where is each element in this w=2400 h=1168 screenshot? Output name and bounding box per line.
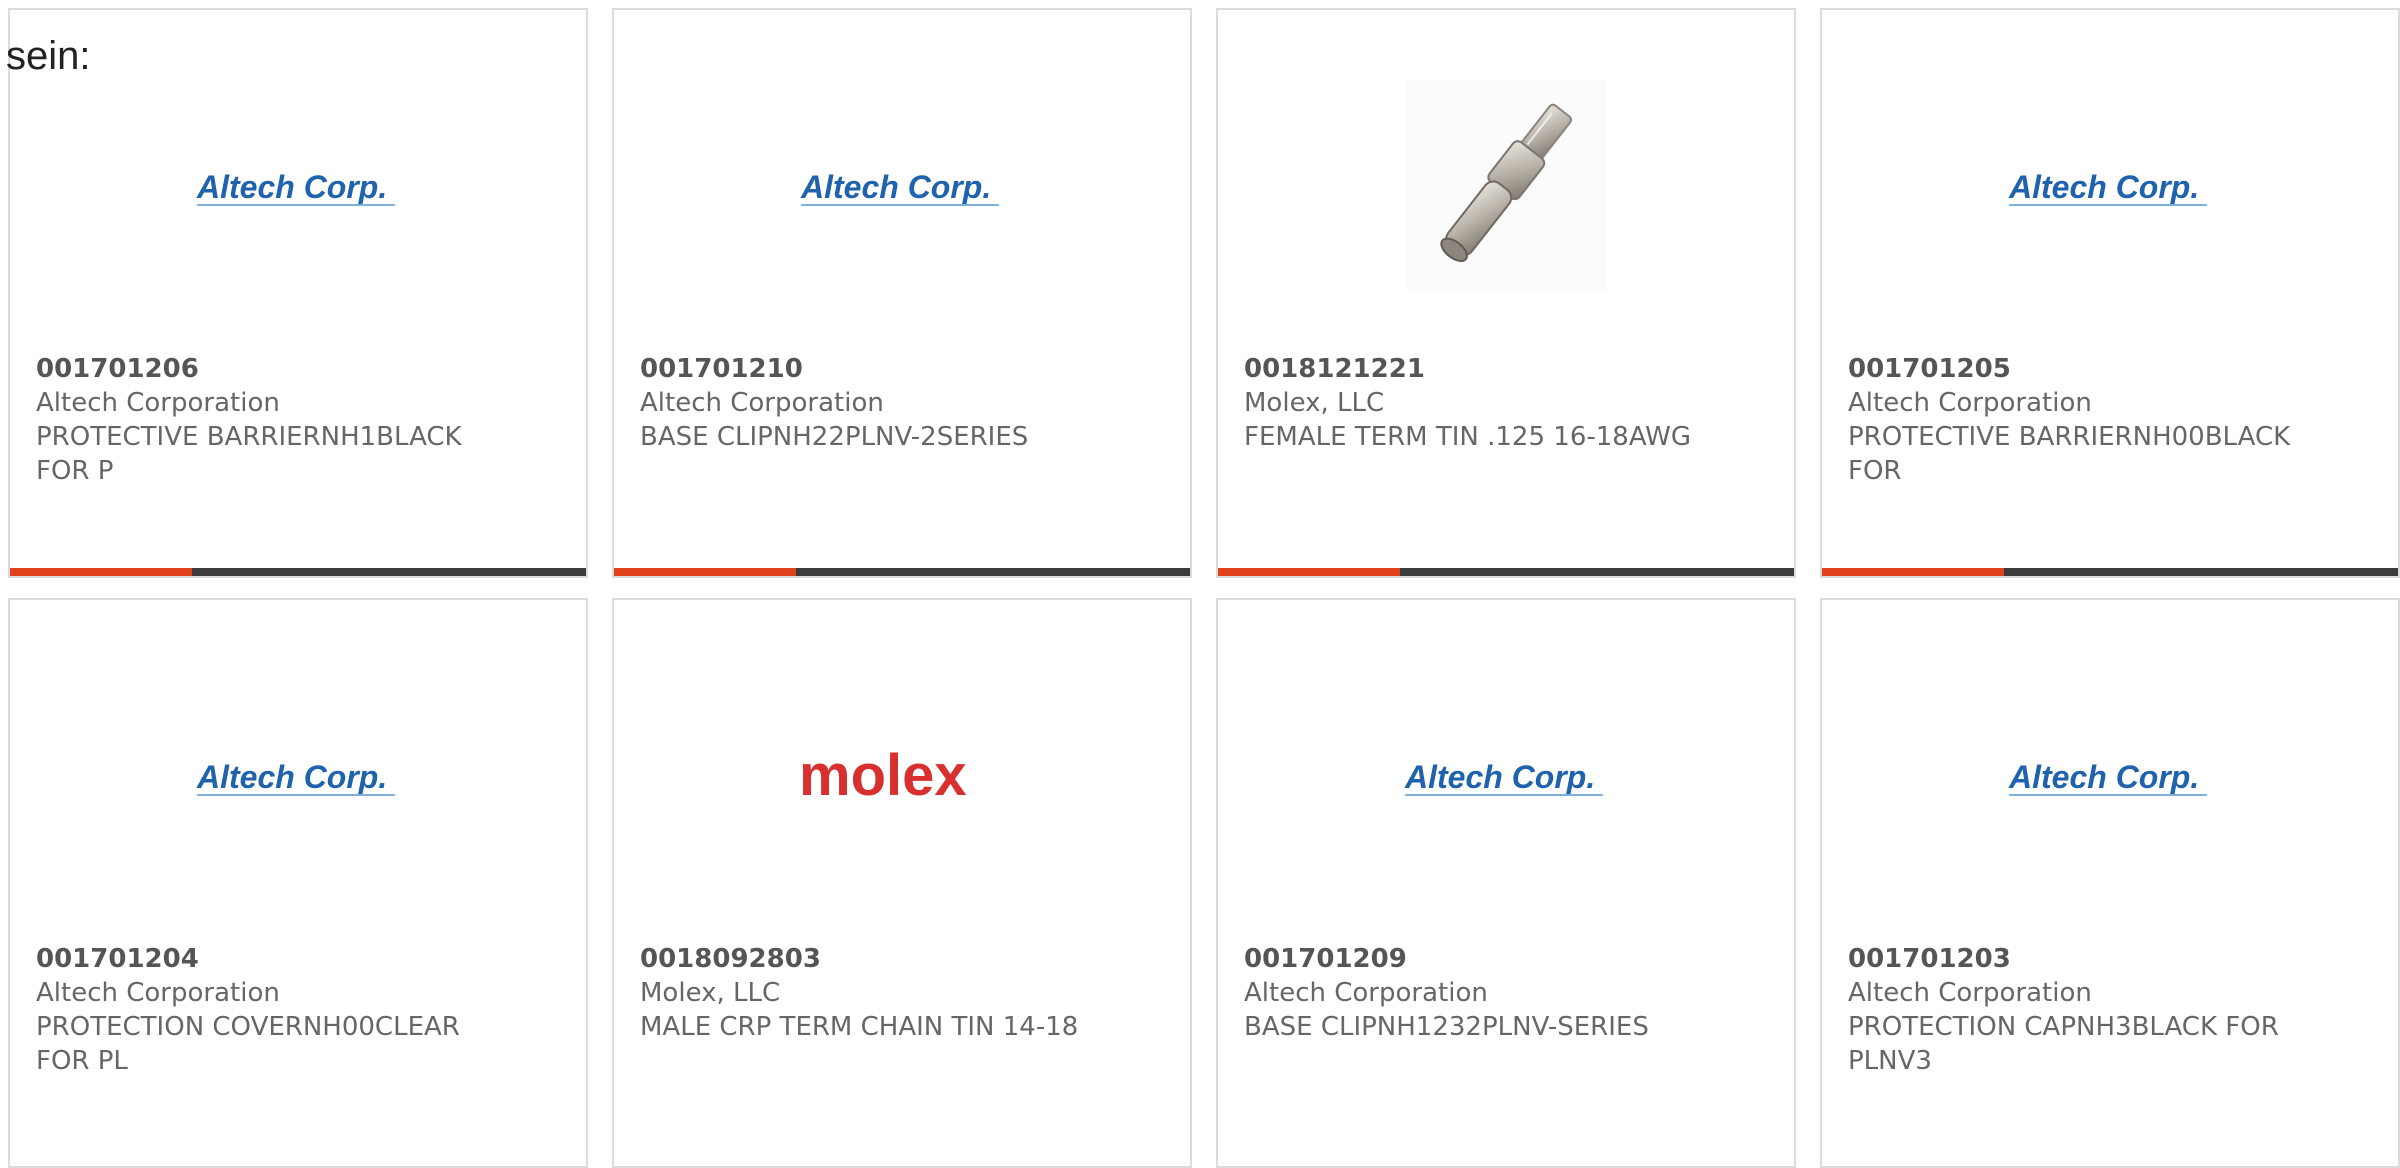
product-image[interactable]: Altech Corp. bbox=[10, 660, 586, 890]
product-image[interactable]: Altech Corp. bbox=[1822, 70, 2398, 300]
product-description: FEMALE TERM TIN .125 16-18AWG bbox=[1244, 422, 1692, 452]
product-image[interactable]: Altech Corp. bbox=[1822, 660, 2398, 890]
product-image[interactable]: Altech Corp. bbox=[1218, 660, 1794, 890]
manufacturer-name: Altech Corporation bbox=[36, 388, 280, 418]
part-number-link[interactable]: 001701205 bbox=[1848, 352, 2308, 386]
altech-logo: Altech Corp. bbox=[1404, 759, 1603, 796]
product-image[interactable]: Altech Corp. bbox=[614, 70, 1190, 300]
altech-logo: Altech Corp. bbox=[196, 759, 395, 796]
svg-text:Altech Corp.: Altech Corp. bbox=[196, 759, 387, 795]
card-accent-bar bbox=[10, 568, 192, 576]
product-description: BASE CLIPNH22PLNV-2SERIES bbox=[640, 422, 1029, 452]
product-card[interactable]: Altech Corp. 001701209 Altech Corporatio… bbox=[1216, 598, 1796, 1168]
manufacturer-name: Molex, LLC bbox=[1244, 388, 1385, 418]
manufacturer-name: Altech Corporation bbox=[1848, 978, 2092, 1008]
part-number-link[interactable]: 001701209 bbox=[1244, 942, 1704, 976]
product-card[interactable]: molex 0018092803 Molex, LLC MALE CRP TER… bbox=[612, 598, 1192, 1168]
product-card[interactable]: Altech Corp. 001701206 Altech Corporatio… bbox=[8, 8, 588, 578]
product-description: PROTECTION COVERNH00CLEAR FOR PL bbox=[36, 1012, 460, 1076]
product-grid: Altech Corp. 001701206 Altech Corporatio… bbox=[0, 0, 2400, 1168]
crimp-terminal-photo bbox=[1406, 80, 1606, 290]
product-image[interactable]: Altech Corp. bbox=[10, 70, 586, 300]
product-image[interactable] bbox=[1218, 70, 1794, 300]
intro-text: sein: bbox=[6, 34, 91, 78]
part-number-link[interactable]: 001701206 bbox=[36, 352, 496, 386]
altech-logo: Altech Corp. bbox=[800, 169, 999, 206]
part-number-link[interactable]: 0018121221 bbox=[1244, 352, 1704, 386]
card-footer-bar bbox=[1822, 568, 2398, 576]
card-footer-bar bbox=[10, 568, 586, 576]
manufacturer-name: Altech Corporation bbox=[640, 388, 884, 418]
altech-logo: Altech Corp. bbox=[196, 169, 395, 206]
manufacturer-name: Altech Corporation bbox=[1848, 388, 2092, 418]
part-number-link[interactable]: 0018092803 bbox=[640, 942, 1100, 976]
product-card[interactable]: 0018121221 Molex, LLC FEMALE TERM TIN .1… bbox=[1216, 8, 1796, 578]
product-card[interactable]: Altech Corp. 001701205 Altech Corporatio… bbox=[1820, 8, 2400, 578]
product-image[interactable]: molex bbox=[614, 660, 1190, 890]
product-description: MALE CRP TERM CHAIN TIN 14-18 bbox=[640, 1012, 1079, 1042]
product-card[interactable]: Altech Corp. 001701204 Altech Corporatio… bbox=[8, 598, 588, 1168]
altech-logo: Altech Corp. bbox=[2008, 169, 2207, 206]
svg-text:Altech Corp.: Altech Corp. bbox=[2008, 169, 2199, 205]
svg-text:molex: molex bbox=[799, 743, 967, 808]
svg-text:Altech Corp.: Altech Corp. bbox=[1404, 759, 1595, 795]
altech-logo: Altech Corp. bbox=[2008, 759, 2207, 796]
card-accent-bar bbox=[614, 568, 796, 576]
manufacturer-name: Molex, LLC bbox=[640, 978, 781, 1008]
product-card[interactable]: Altech Corp. 001701203 Altech Corporatio… bbox=[1820, 598, 2400, 1168]
card-footer-bar bbox=[614, 568, 1190, 576]
part-number-link[interactable]: 001701203 bbox=[1848, 942, 2308, 976]
product-description: PROTECTIVE BARRIERNH00BLACK FOR bbox=[1848, 422, 2291, 486]
svg-text:Altech Corp.: Altech Corp. bbox=[2008, 759, 2199, 795]
card-footer-bar bbox=[1218, 568, 1794, 576]
svg-text:Altech Corp.: Altech Corp. bbox=[196, 169, 387, 205]
manufacturer-name: Altech Corporation bbox=[1244, 978, 1488, 1008]
product-description: PROTECTION CAPNH3BLACK FOR PLNV3 bbox=[1848, 1012, 2279, 1076]
manufacturer-name: Altech Corporation bbox=[36, 978, 280, 1008]
card-accent-bar bbox=[1218, 568, 1400, 576]
product-description: BASE CLIPNH1232PLNV-SERIES bbox=[1244, 1012, 1649, 1042]
molex-logo: molex bbox=[799, 743, 967, 808]
svg-text:Altech Corp.: Altech Corp. bbox=[800, 169, 991, 205]
part-number-link[interactable]: 001701210 bbox=[640, 352, 1100, 386]
card-accent-bar bbox=[1822, 568, 2004, 576]
product-description: PROTECTIVE BARRIERNH1BLACK FOR P bbox=[36, 422, 462, 486]
product-card[interactable]: Altech Corp. 001701210 Altech Corporatio… bbox=[612, 8, 1192, 578]
part-number-link[interactable]: 001701204 bbox=[36, 942, 496, 976]
